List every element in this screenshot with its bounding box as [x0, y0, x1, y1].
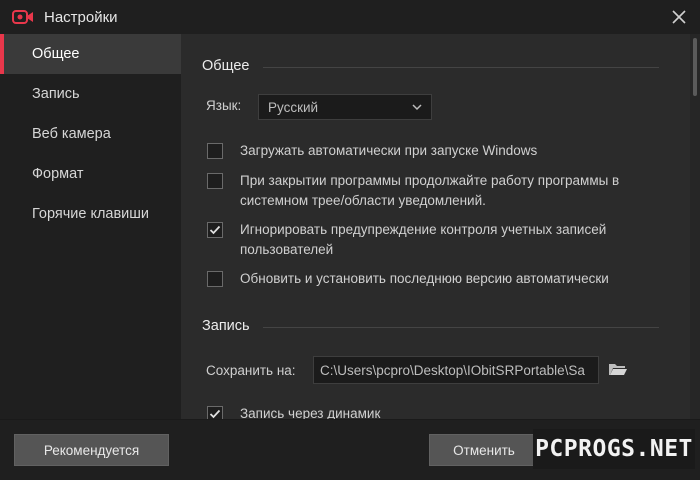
language-label: Язык:: [206, 98, 242, 113]
option-minimize-to-tray[interactable]: При закрытии программы продолжайте работ…: [207, 171, 660, 211]
sidebar-item-recording[interactable]: Запись: [0, 74, 181, 114]
checkmark-icon: [209, 409, 221, 419]
option-label: Загружать автоматически при запуске Wind…: [240, 143, 538, 158]
save-path-input[interactable]: [313, 356, 599, 384]
sidebar-item-label: Запись: [32, 86, 80, 102]
recommended-button[interactable]: Рекомендуется: [14, 434, 169, 466]
cancel-button[interactable]: Отменить: [429, 434, 539, 466]
sidebar-item-label: Общее: [32, 46, 80, 62]
camera-record-icon: [12, 9, 34, 25]
checkbox[interactable]: [207, 271, 223, 287]
language-value: Русский: [268, 99, 319, 115]
scrollbar-thumb[interactable]: [693, 38, 697, 96]
checkbox[interactable]: [207, 143, 223, 159]
sidebar-item-label: Формат: [32, 166, 84, 182]
title-bar: Настройки: [0, 0, 700, 34]
checkmark-icon: [209, 225, 221, 235]
close-icon: [672, 10, 686, 24]
language-select[interactable]: Русский: [258, 94, 432, 120]
sidebar-item-webcam[interactable]: Веб камера: [0, 114, 181, 154]
option-label: Обновить и установить последнюю версию а…: [240, 271, 609, 286]
option-ignore-uac[interactable]: Игнорировать предупреждение контроля уче…: [207, 220, 660, 260]
save-path-label: Сохранить на:: [206, 363, 296, 378]
watermark-logo: PCPROGS.NET: [533, 429, 695, 469]
option-autostart[interactable]: Загружать автоматически при запуске Wind…: [207, 141, 660, 161]
checkbox-checked[interactable]: [207, 222, 223, 238]
section-title-general: Общее: [202, 58, 250, 74]
scrollbar[interactable]: [690, 34, 700, 419]
option-label: Запись через динамик: [240, 406, 381, 419]
section-divider: [263, 67, 659, 68]
checkbox-checked[interactable]: [207, 406, 223, 419]
sidebar-item-hotkeys[interactable]: Горячие клавиши: [0, 194, 181, 234]
sidebar-item-label: Горячие клавиши: [32, 206, 150, 222]
option-label: При закрытии программы продолжайте работ…: [240, 173, 620, 208]
checkbox[interactable]: [207, 173, 223, 189]
sidebar: Общее Запись Веб камера Формат Горячие к…: [0, 34, 181, 419]
option-auto-update[interactable]: Обновить и установить последнюю версию а…: [207, 269, 660, 289]
section-divider: [263, 327, 659, 328]
sidebar-item-format[interactable]: Формат: [0, 154, 181, 194]
close-button[interactable]: [666, 4, 692, 30]
sidebar-item-label: Веб камера: [32, 126, 111, 142]
section-title-recording: Запись: [202, 318, 250, 334]
sidebar-item-general[interactable]: Общее: [0, 34, 181, 74]
chevron-down-icon: [412, 104, 422, 111]
window-title: Настройки: [44, 8, 118, 26]
option-label: Игнорировать предупреждение контроля уче…: [240, 222, 607, 257]
folder-icon[interactable]: [608, 361, 628, 377]
option-record-speaker[interactable]: Запись через динамик: [207, 404, 660, 419]
settings-content: Общее Язык: Русский Загружать автоматиче…: [181, 34, 700, 419]
